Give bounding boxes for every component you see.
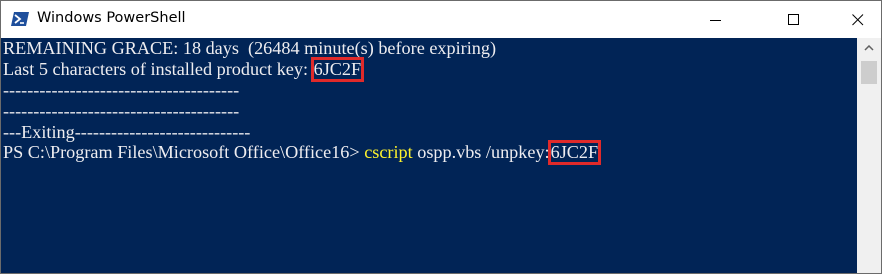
command-args: ospp.vbs /unpkey: [412,142,550,162]
maximize-button[interactable] [771,1,817,38]
powershell-icon[interactable] [11,11,29,27]
console-line-separator-2: --------------------------------------- [3,101,240,121]
vertical-scrollbar[interactable] [857,38,881,273]
minimize-button[interactable] [693,1,739,38]
console-line-grace: REMAINING GRACE: 18 days (26484 minute(s… [3,38,496,58]
close-icon [852,13,864,25]
scroll-up-button[interactable] [857,38,881,58]
minimize-icon [710,19,721,21]
console-line-separator-1: --------------------------------------- [3,80,240,100]
close-button[interactable] [835,1,881,38]
maximize-icon [788,13,799,25]
product-key-label: Last 5 characters of installed product k… [3,59,313,79]
powershell-window: Windows PowerShell REMAINING GRACE: 18 d… [0,0,882,274]
console-prompt-line[interactable]: PS C:\Program Files\Microsoft Office\Off… [3,140,602,165]
title-bar[interactable]: Windows PowerShell [1,1,881,38]
chevron-up-icon [864,45,874,51]
command-key-highlight: 6JC2F [547,140,602,165]
console-output[interactable]: REMAINING GRACE: 18 days (26484 minute(s… [1,38,857,273]
console-line-exiting: ---Exiting----------------------------- [3,122,251,142]
scroll-thumb[interactable] [861,61,877,84]
console-line-product-key: Last 5 characters of installed product k… [3,57,365,82]
command-name: cscript [364,142,413,162]
window-title: Windows PowerShell [37,10,186,26]
prompt-path: PS C:\Program Files\Microsoft Office\Off… [3,142,365,162]
product-key-highlight: 6JC2F [310,57,365,82]
